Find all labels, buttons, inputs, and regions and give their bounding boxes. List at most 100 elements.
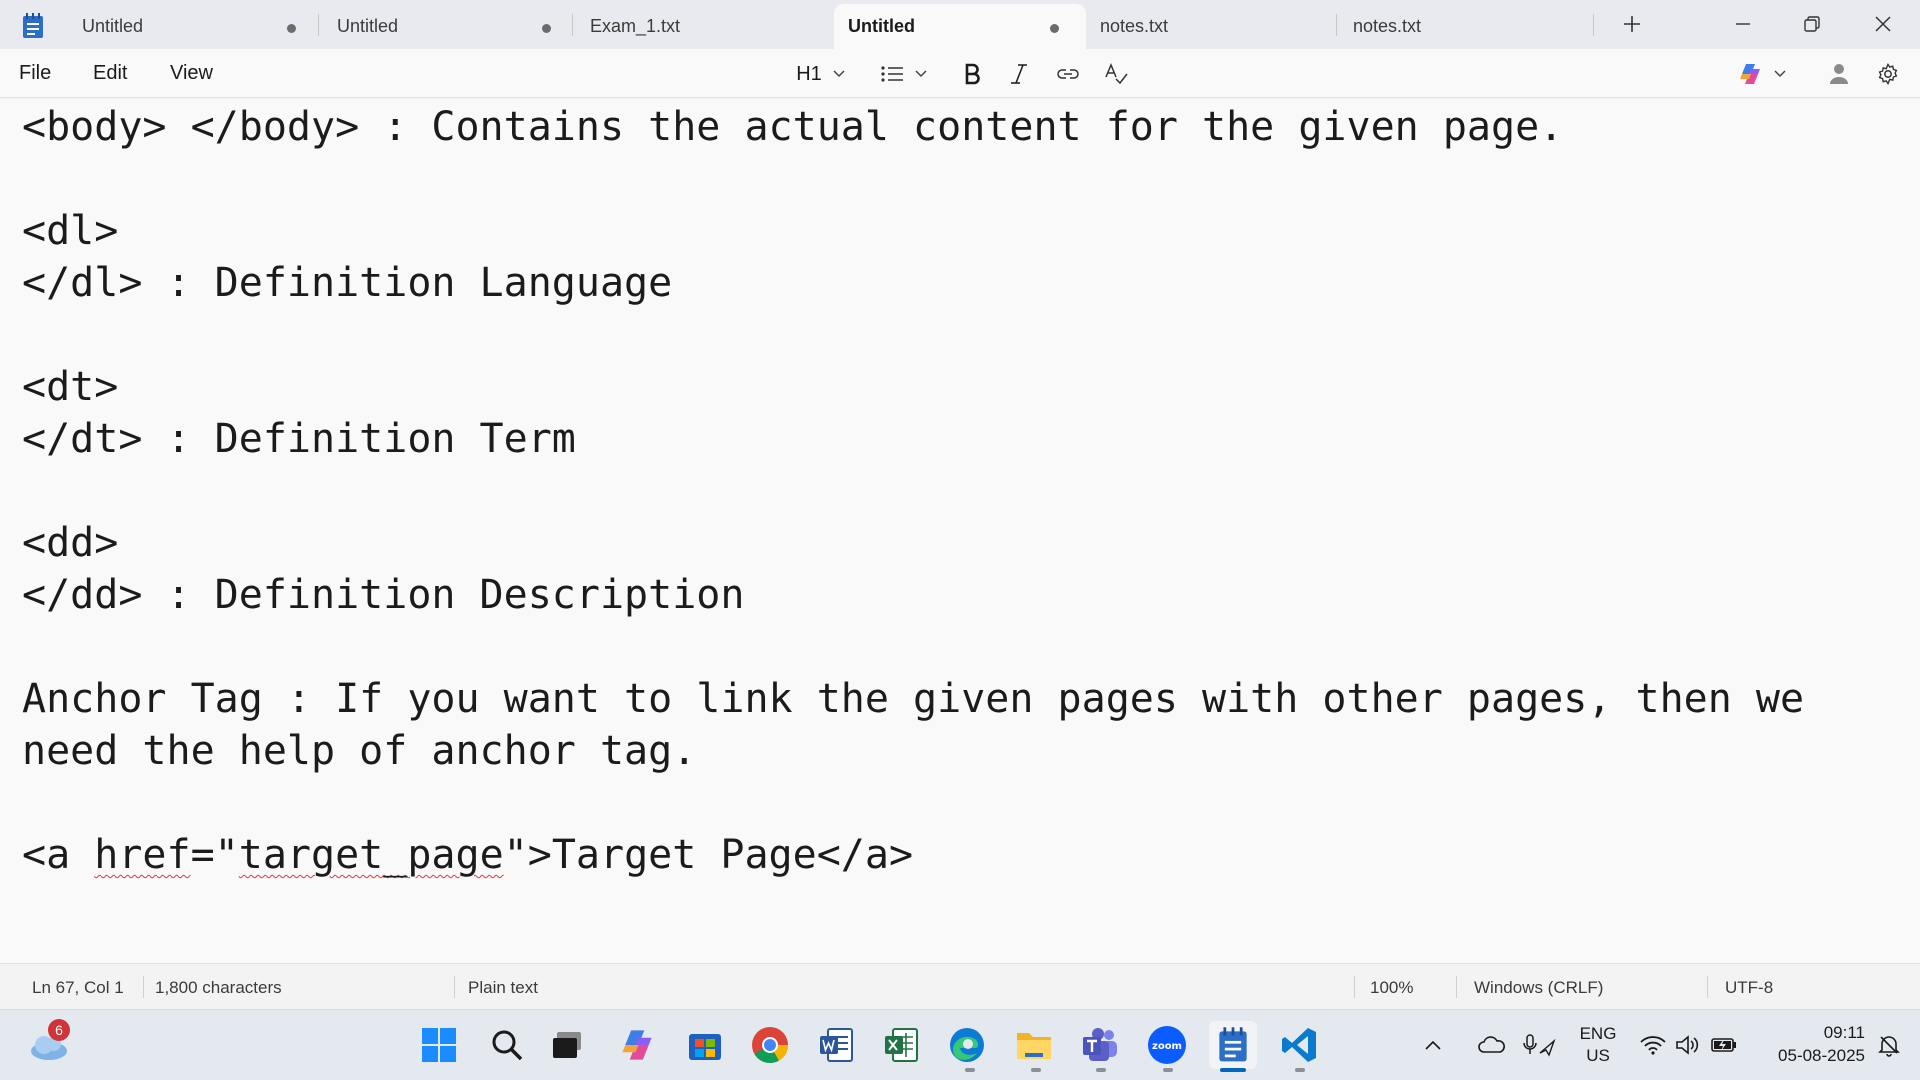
vscode[interactable] (1275, 1021, 1323, 1069)
tab-untitled-active[interactable]: Untitled (834, 4, 1086, 49)
running-indicator (1295, 1068, 1305, 1072)
speaker-icon (1676, 1035, 1699, 1055)
svg-text:zoom: zoom (1152, 1041, 1182, 1052)
search-button[interactable] (483, 1021, 531, 1069)
list-dropdown[interactable] (876, 57, 932, 91)
editor-line: <dl> (22, 208, 119, 254)
tab-bar: Untitled Untitled Exam_1.txt Untitled no… (0, 0, 1920, 49)
heading-label: H1 (796, 62, 822, 85)
word[interactable] (812, 1021, 860, 1069)
tab-separator (318, 14, 319, 36)
tab-untitled-1[interactable]: Untitled (68, 4, 308, 49)
status-separator (1456, 976, 1457, 998)
bold-button[interactable] (955, 57, 989, 91)
chrome-icon (752, 1027, 788, 1064)
task-view-button[interactable] (543, 1021, 591, 1069)
clock-time[interactable]: 09:11 (1755, 1023, 1865, 1043)
tab-notes-1[interactable]: notes.txt (1086, 4, 1326, 49)
line-ending[interactable]: Windows (CRLF) (1474, 978, 1603, 998)
unsaved-dot-icon (542, 24, 551, 33)
minimize-icon (1736, 23, 1750, 25)
onedrive[interactable] (1475, 1021, 1509, 1069)
volume[interactable] (1671, 1021, 1705, 1069)
language-code[interactable]: ENG (1578, 1024, 1618, 1044)
menu-edit[interactable]: Edit (93, 62, 127, 85)
notepad-icon (1219, 1027, 1247, 1062)
misspelled-word[interactable]: href (94, 832, 190, 878)
start-button[interactable] (415, 1021, 463, 1069)
zoom-icon: zoom (1148, 1026, 1186, 1064)
taskbar: 6 zoom ENG US 09:11 05-08-2025 (0, 1009, 1920, 1080)
close-window-button[interactable] (1863, 6, 1903, 42)
status-separator (143, 976, 144, 998)
zoom[interactable]: zoom (1143, 1021, 1191, 1069)
status-separator (1354, 976, 1355, 998)
misspelled-word[interactable]: target_page (239, 832, 504, 878)
editor-line: </dd> : Definition Description (22, 572, 745, 618)
tab-label: Untitled (848, 16, 915, 36)
tab-exam-1[interactable]: Exam_1.txt (576, 4, 826, 49)
search-icon (492, 1030, 523, 1061)
store-icon (689, 1034, 721, 1060)
menu-bar: File Edit View H1 (0, 49, 1920, 98)
notification-badge: 6 (48, 1019, 70, 1041)
battery[interactable] (1707, 1021, 1741, 1069)
restore-button[interactable] (1792, 6, 1832, 42)
spellcheck-icon (1105, 63, 1128, 85)
notification-center[interactable] (1872, 1021, 1906, 1069)
text-segment: ">Target Page</a> (503, 832, 914, 878)
chrome[interactable] (746, 1021, 794, 1069)
excel[interactable] (877, 1021, 925, 1069)
active-indicator (1220, 1068, 1246, 1072)
tab-untitled-2[interactable]: Untitled (323, 4, 563, 49)
file-explorer[interactable] (1010, 1021, 1058, 1069)
link-icon (1057, 69, 1079, 79)
network[interactable] (1636, 1021, 1670, 1069)
text-editor[interactable]: <body> </body> : Contains the actual con… (0, 99, 1920, 963)
tab-label: Untitled (82, 16, 144, 36)
menu-file[interactable]: File (19, 62, 51, 85)
link-button[interactable] (1051, 57, 1085, 91)
running-indicator (1031, 1068, 1041, 1072)
tab-notes-2[interactable]: notes.txt (1339, 4, 1589, 49)
running-indicator (965, 1068, 975, 1072)
chevron-down-icon (915, 70, 927, 78)
edge[interactable] (943, 1021, 991, 1069)
unsaved-dot-icon (287, 24, 296, 33)
excel-icon (885, 1028, 918, 1062)
tab-label: notes.txt (1353, 16, 1422, 36)
heading-dropdown[interactable]: H1 (793, 57, 849, 91)
copilot-dropdown[interactable] (1733, 57, 1791, 91)
clock-date[interactable]: 05-08-2025 (1755, 1046, 1865, 1066)
copilot-icon (622, 1030, 652, 1060)
status-bar: Ln 67, Col 1 1,800 characters Plain text… (0, 963, 1920, 1009)
menu-view[interactable]: View (170, 62, 213, 85)
vscode-icon (1282, 1028, 1316, 1062)
chevron-down-icon (1774, 70, 1786, 78)
copilot-taskbar[interactable] (613, 1021, 661, 1069)
new-tab-button[interactable] (1612, 6, 1652, 42)
gear-icon (1878, 63, 1898, 85)
show-hidden-icons-button[interactable] (1418, 1021, 1448, 1069)
chevron-down-icon (833, 70, 845, 78)
text-segment: <a (22, 832, 95, 878)
spellcheck-button[interactable] (1099, 57, 1133, 91)
settings-button[interactable] (1871, 57, 1905, 91)
task-view-icon (553, 1032, 581, 1058)
region-code[interactable]: US (1578, 1046, 1618, 1066)
account-button[interactable] (1822, 57, 1856, 91)
weather-widget[interactable]: 6 (24, 1019, 72, 1069)
italic-button[interactable] (1002, 57, 1036, 91)
minimize-button[interactable] (1723, 6, 1763, 42)
text-format: Plain text (468, 978, 538, 997)
editor-line: Anchor Tag : If you want to link the giv… (22, 676, 1805, 722)
editor-line: </dl> : Definition Language (22, 260, 673, 306)
encoding[interactable]: UTF-8 (1725, 978, 1773, 998)
notepad[interactable] (1209, 1021, 1257, 1069)
cursor-position: Ln 67, Col 1 (32, 978, 124, 997)
microsoft-store[interactable] (681, 1021, 729, 1069)
running-indicator (1096, 1068, 1106, 1072)
teams[interactable] (1076, 1021, 1124, 1069)
microphone-location[interactable] (1519, 1021, 1559, 1069)
zoom-level[interactable]: 100% (1370, 978, 1413, 998)
